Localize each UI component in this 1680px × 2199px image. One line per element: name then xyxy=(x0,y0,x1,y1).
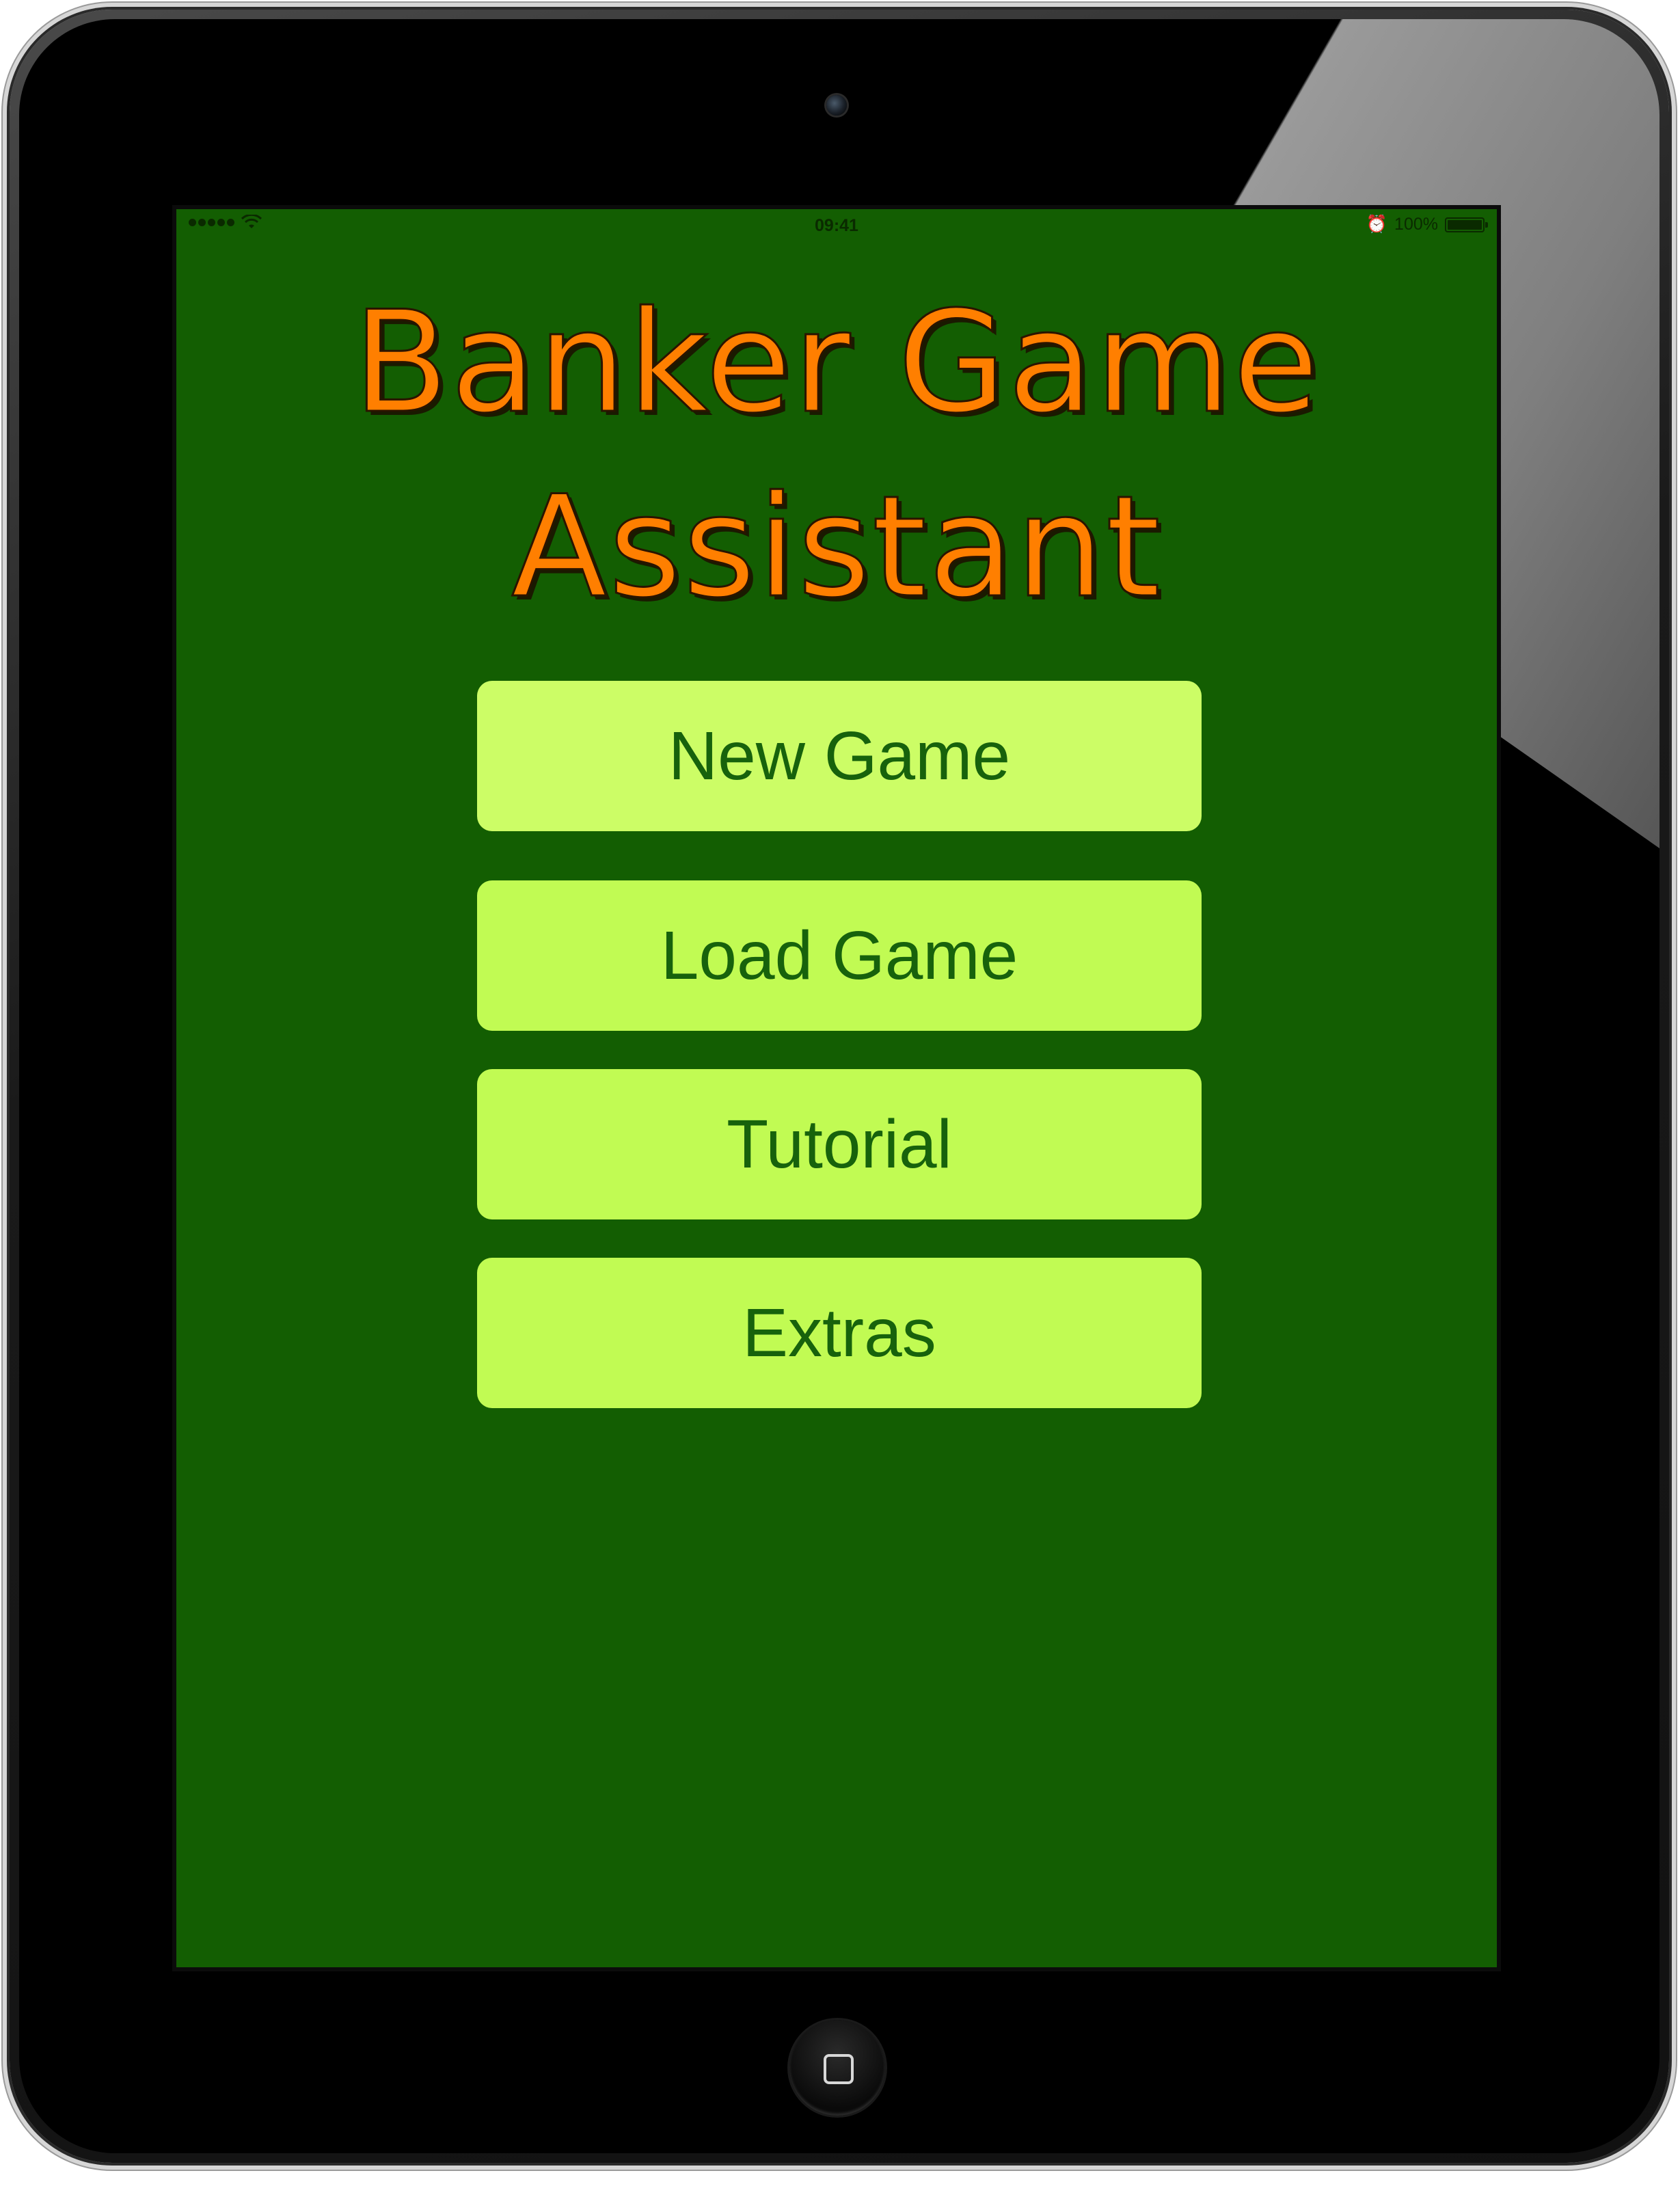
app-title-line-1: Banker Game xyxy=(352,281,1320,446)
status-time: 09:41 xyxy=(815,216,858,235)
extras-button[interactable]: Extras xyxy=(477,1258,1202,1408)
battery-level-fill xyxy=(1448,219,1482,230)
status-bar-right: ⏰ 100% xyxy=(1366,215,1488,234)
alarm-icon: ⏰ xyxy=(1366,215,1388,234)
front-camera xyxy=(826,95,847,116)
app-title-line-2: Assistant xyxy=(511,466,1162,630)
home-square-icon xyxy=(824,2054,854,2084)
app-title: Banker Game Assistant xyxy=(176,271,1497,640)
status-bar: 09:41 ⏰ 100% xyxy=(176,209,1497,239)
new-game-button[interactable]: New Game xyxy=(477,681,1202,831)
tutorial-button[interactable]: Tutorial xyxy=(477,1069,1202,1219)
home-button[interactable] xyxy=(789,2020,885,2116)
load-game-button[interactable]: Load Game xyxy=(477,880,1202,1031)
battery-percentage: 100% xyxy=(1394,215,1438,234)
app-screen: 09:41 ⏰ 100% Banker Game Assistant New G… xyxy=(172,205,1501,1971)
battery-icon xyxy=(1445,217,1488,232)
